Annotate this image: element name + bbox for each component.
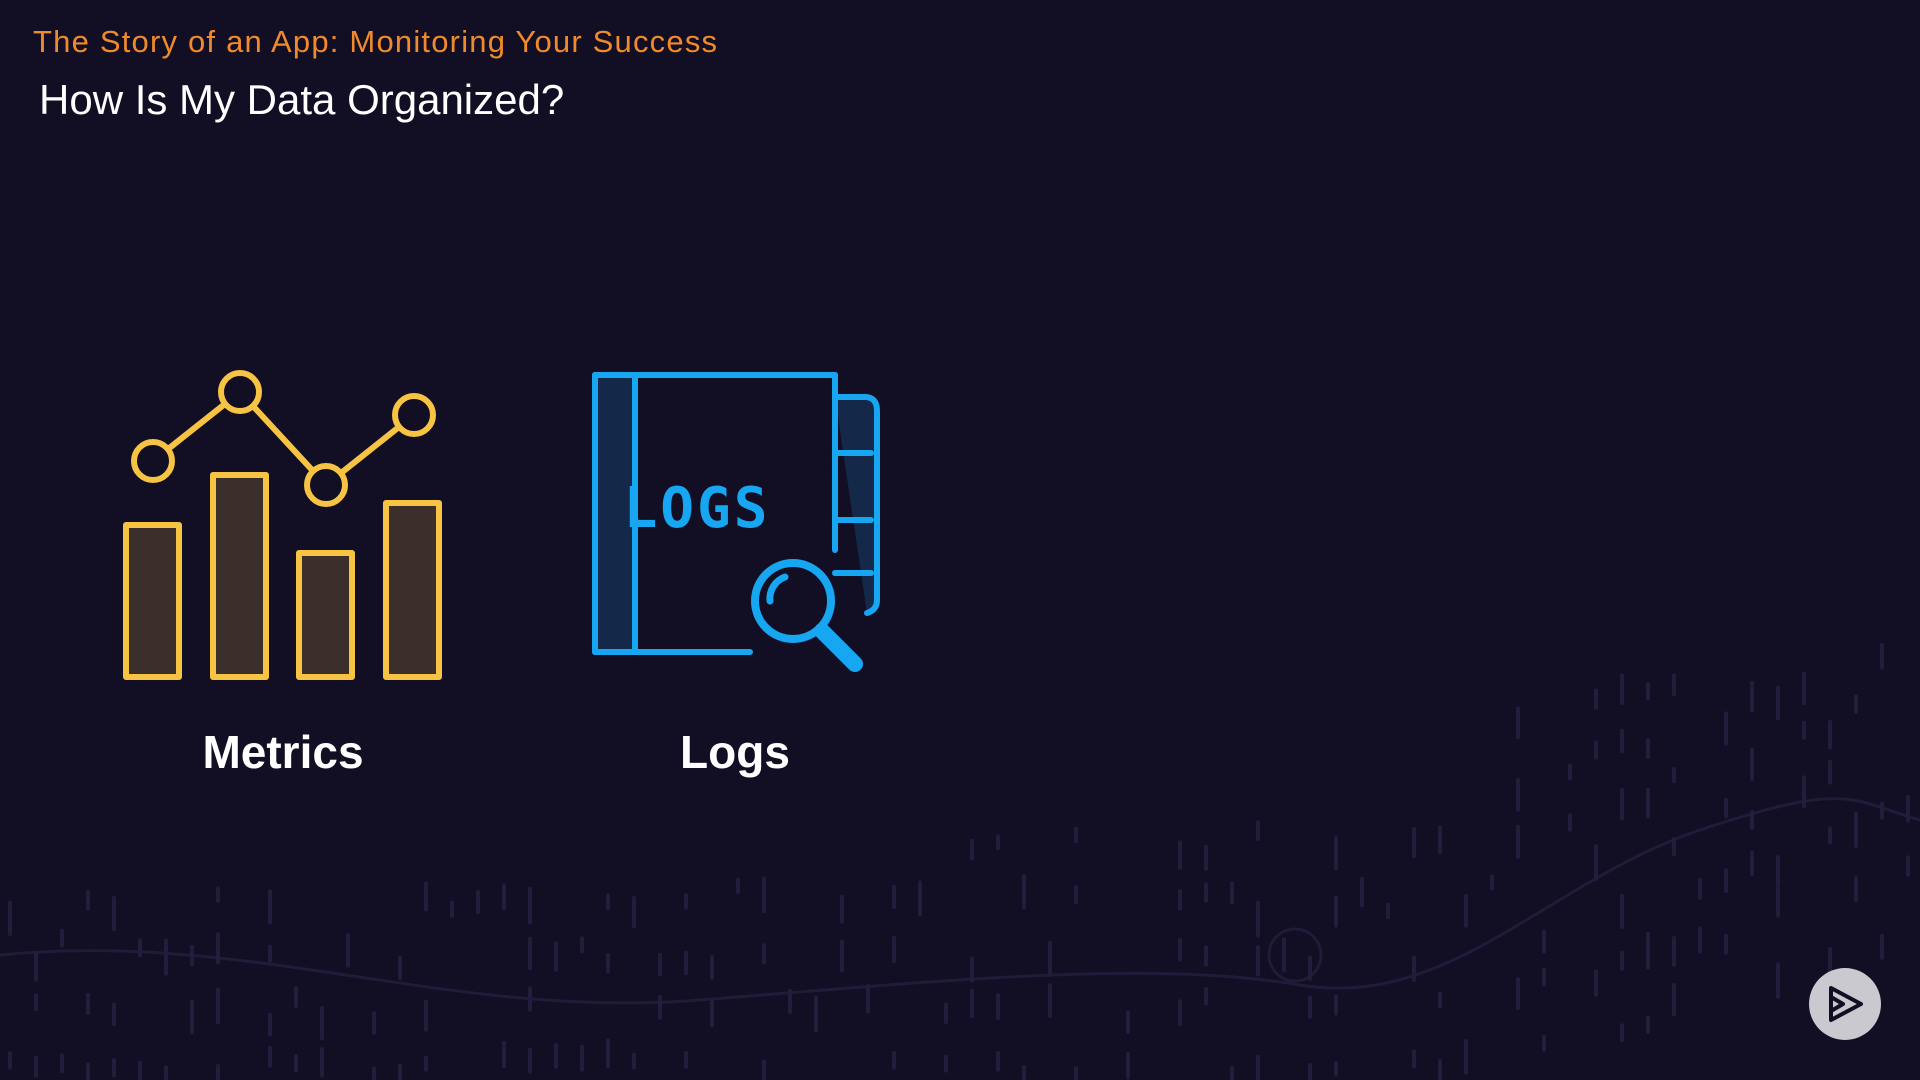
metrics-label: Metrics xyxy=(202,726,364,778)
play-icon xyxy=(1829,986,1863,1022)
log-book-magnifier-icon: LOGS xyxy=(592,372,880,672)
bar-line-chart-icon xyxy=(123,370,442,680)
slide-title: How Is My Data Organized? xyxy=(39,76,565,123)
metrics-item: Metrics xyxy=(113,365,453,795)
play-button[interactable] xyxy=(1809,968,1881,1040)
course-title: The Story of an App: Monitoring Your Suc… xyxy=(33,24,719,59)
slide: The Story of an App: Monitoring Your Suc… xyxy=(0,0,1920,1080)
logs-icon-text: LOGS xyxy=(624,476,771,541)
logs-item: LOGS Logs xyxy=(565,365,905,795)
logs-label: Logs xyxy=(680,726,790,778)
